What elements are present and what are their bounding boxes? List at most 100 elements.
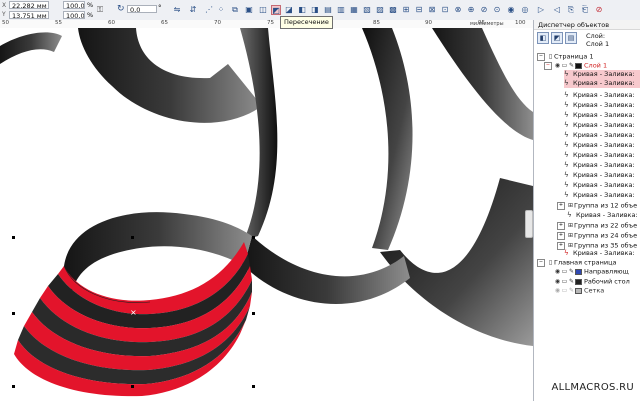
pencil-icon[interactable]: ✎ (568, 61, 575, 70)
layer-color-swatch (575, 62, 582, 69)
list-item[interactable]: ϟ Кривая - Заливка: (564, 191, 640, 200)
distribute-icon[interactable]: ▧ (362, 5, 372, 15)
list-item[interactable]: + ⊞Группа из 22 объе (557, 221, 640, 230)
list-item[interactable]: ϟ Кривая - Заливка: (564, 181, 640, 190)
selection-handle[interactable] (131, 385, 134, 388)
selection-handle[interactable] (252, 236, 255, 239)
pencil-icon[interactable]: ✎ (568, 267, 575, 276)
ruler-tick: 100 (515, 20, 526, 26)
mirror-vertical-icon[interactable]: ⇵ (188, 5, 198, 15)
list-item[interactable]: ϟ Кривая - Заливка: (564, 79, 640, 88)
scale-x-field[interactable]: 100,0 (63, 1, 85, 9)
back-minus-front-icon[interactable]: ◨ (310, 5, 320, 15)
scale-y-field[interactable]: 100,0 (63, 11, 85, 19)
convert-to-curves-icon[interactable]: ⊘ (479, 5, 489, 15)
master-layer-item[interactable]: ◉ ▭ ✎ Сетка (554, 286, 640, 295)
mirror-icon[interactable]: ◁ (552, 5, 562, 15)
envelope-icon[interactable]: ◎ (520, 5, 530, 15)
eye-icon[interactable]: ◉ (554, 286, 561, 295)
object-label: Кривая - Заливка: (573, 191, 635, 199)
simplify-icon[interactable]: ◪ (284, 5, 294, 15)
tree-page-1[interactable]: − ▯ Страница 1 (537, 52, 640, 61)
master-layer-item[interactable]: ◉ ▭ ✎ Направляющ (554, 267, 640, 276)
pencil-icon[interactable]: ✎ (568, 286, 575, 295)
eye-icon[interactable]: ◉ (554, 267, 561, 276)
list-item[interactable]: ϟ Кривая - Заливка: (564, 70, 640, 79)
collapse-icon[interactable]: − (537, 258, 545, 267)
drawing-canvas[interactable]: × (0, 28, 533, 401)
expand-icon[interactable]: + (557, 221, 565, 230)
edit-across-layers-icon[interactable]: ◩ (551, 32, 563, 44)
lock-icon[interactable]: ⊗ (453, 5, 463, 15)
printer-icon[interactable]: ▭ (561, 61, 568, 70)
vertical-scrollbar-thumb[interactable] (525, 210, 533, 238)
ruler-tick: 85 (373, 20, 380, 26)
ungroup-all-icon[interactable]: ⊠ (427, 5, 437, 15)
y-position-field[interactable]: 13,751 мм (9, 11, 49, 19)
layer-manager-view-icon[interactable]: ▤ (565, 32, 577, 44)
boundary-icon[interactable]: ▤ (323, 5, 333, 15)
printer-icon[interactable]: ▭ (561, 277, 568, 286)
pencil-icon[interactable]: ✎ (568, 277, 575, 286)
tree-layer-1[interactable]: − ◉ ▭ ✎ Слой 1 (544, 61, 640, 70)
list-item[interactable]: ϟ Кривая - Заливка: (564, 111, 640, 120)
selection-handle[interactable] (252, 385, 255, 388)
list-item[interactable]: ϟ Кривая - Заливка: (557, 211, 640, 220)
create-boundary-icon[interactable]: ▥ (336, 5, 346, 15)
tree-master-page[interactable]: − ▯ Главная страница (537, 258, 640, 267)
object-label: Кривая - Заливка: (573, 70, 635, 78)
weld-icon[interactable]: ▣ (244, 5, 254, 15)
order-icon[interactable]: ▩ (388, 5, 398, 15)
master-layer-item[interactable]: ◉ ▭ ✎ Рабочий стол (554, 277, 640, 286)
selection-handle[interactable] (12, 312, 15, 315)
list-item[interactable]: ϟ Кривая - Заливка: (564, 151, 640, 160)
align-icon[interactable]: ▦ (349, 5, 359, 15)
combine-icon[interactable]: ⧉ (230, 5, 240, 15)
expand-icon[interactable]: + (557, 201, 565, 210)
copy-properties-icon[interactable]: ⎘ (566, 5, 576, 15)
wrap-text-icon[interactable]: ⊙ (492, 5, 502, 15)
intersect-icon[interactable]: ◩ (271, 5, 281, 15)
rotation-angle-field[interactable]: 0,0 (127, 5, 157, 13)
break-apart-icon[interactable]: ⊡ (440, 5, 450, 15)
eye-icon[interactable]: ◉ (554, 277, 561, 286)
ungroup-icon[interactable]: ⊟ (414, 5, 424, 15)
selection-handle[interactable] (12, 236, 15, 239)
mirror-horizontal-icon[interactable]: ⇋ (172, 5, 182, 15)
arrange-icon[interactable]: ▨ (375, 5, 385, 15)
printer-icon[interactable]: ▭ (561, 286, 568, 295)
collapse-icon[interactable]: − (544, 61, 552, 70)
trim-icon[interactable]: ◫ (258, 5, 268, 15)
outline-to-object-icon[interactable]: ◉ (506, 5, 516, 15)
list-item[interactable]: ϟ Кривая - Заливка: (564, 121, 640, 130)
reflect-icon[interactable]: ▷ (536, 5, 546, 15)
selection-handle[interactable] (131, 236, 134, 239)
printer-icon[interactable]: ▭ (561, 267, 568, 276)
node-select-icon[interactable]: ⁘ (216, 5, 226, 15)
list-item[interactable]: ϟ Кривая - Заливка: (564, 161, 640, 170)
collapse-icon[interactable]: − (537, 52, 545, 61)
list-item[interactable]: ϟ Кривая - Заливка: (564, 101, 640, 110)
list-item[interactable]: ϟ Кривая - Заливка: (564, 141, 640, 150)
show-properties-icon[interactable]: ◧ (537, 32, 549, 44)
list-item[interactable]: + ⊞Группа из 12 объе (557, 201, 640, 210)
unlock-icon[interactable]: ⊕ (466, 5, 476, 15)
edit-nodes-icon[interactable]: ⋰ (204, 5, 214, 15)
no-icon[interactable]: ⊘ (594, 5, 604, 15)
list-item[interactable]: ϟ Кривая - Заливка: (564, 131, 640, 140)
selection-handle[interactable] (12, 385, 15, 388)
artwork: × (0, 28, 533, 397)
front-minus-back-icon[interactable]: ◧ (297, 5, 307, 15)
list-item[interactable]: + ⊞Группа из 24 объе (557, 231, 640, 240)
list-item[interactable]: ϟ Кривая - Заливка: (564, 171, 640, 180)
group-icon[interactable]: ⊞ (401, 5, 411, 15)
expand-icon[interactable]: + (557, 231, 565, 240)
list-item[interactable]: ϟ Кривая - Заливка: (564, 249, 640, 258)
lock-ratio-icon[interactable]: ⚿ (97, 5, 103, 15)
list-item[interactable]: ϟ Кривая - Заливка: (564, 91, 640, 100)
paste-icon[interactable]: ⎗ (580, 5, 590, 15)
selection-handle[interactable] (252, 312, 255, 315)
eye-icon[interactable]: ◉ (554, 61, 561, 70)
object-label: Кривая - Заливка: (573, 121, 635, 129)
x-position-field[interactable]: 22,282 мм (9, 1, 49, 9)
